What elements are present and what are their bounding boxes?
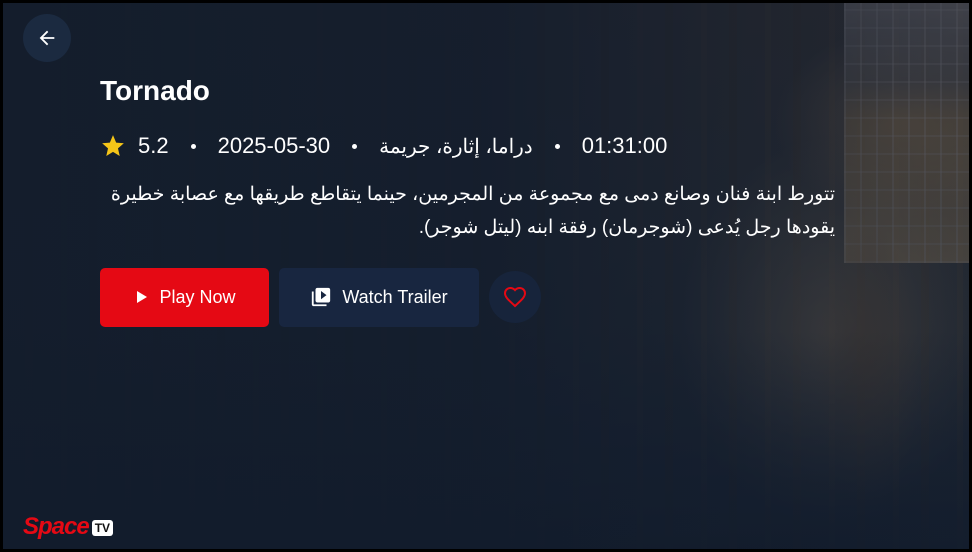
space-tv-logo: Space TV	[23, 505, 114, 541]
description-line: تتورط ابنة فنان وصانع دمى مع مجموعة من ا…	[110, 184, 835, 205]
separator-dot	[190, 143, 196, 149]
video-library-icon	[310, 286, 332, 308]
genres: دراما، إثارة، جريمة	[379, 135, 533, 158]
duration: 01:31:00	[581, 133, 668, 158]
description-line: يقودها رجل يُدعى (شوجرمان) رفقة ابنه (لي…	[418, 217, 835, 238]
rating-value: 5.2	[138, 133, 169, 158]
movie-details-screen: Tornado 5.2 2025-05-30 دراما، إثارة، جري…	[0, 0, 972, 552]
movie-title: Tornado	[100, 75, 210, 106]
action-bar: Play Now Watch Trailer	[100, 267, 541, 327]
release-date: 2025-05-30	[217, 133, 331, 158]
separator-dot	[352, 143, 358, 149]
watch-trailer-label: Watch Trailer	[342, 286, 448, 307]
movie-meta-row: 5.2 2025-05-30 دراما، إثارة، جريمة 01:31…	[100, 131, 667, 161]
movie-description: تتورط ابنة فنان وصانع دمى مع مجموعة من ا…	[100, 178, 835, 244]
logo-text: Space	[23, 513, 90, 540]
heart-outline-icon	[503, 285, 527, 309]
play-now-button[interactable]: Play Now	[100, 267, 269, 327]
separator-dot	[554, 143, 560, 149]
play-icon	[133, 289, 149, 305]
back-button[interactable]	[23, 14, 71, 62]
star-icon	[100, 133, 126, 159]
watch-trailer-button[interactable]: Watch Trailer	[279, 267, 479, 327]
arrow-left-icon	[36, 27, 58, 49]
logo-badge: TV	[91, 520, 114, 536]
favorite-button[interactable]	[489, 271, 541, 323]
play-now-label: Play Now	[159, 286, 236, 307]
